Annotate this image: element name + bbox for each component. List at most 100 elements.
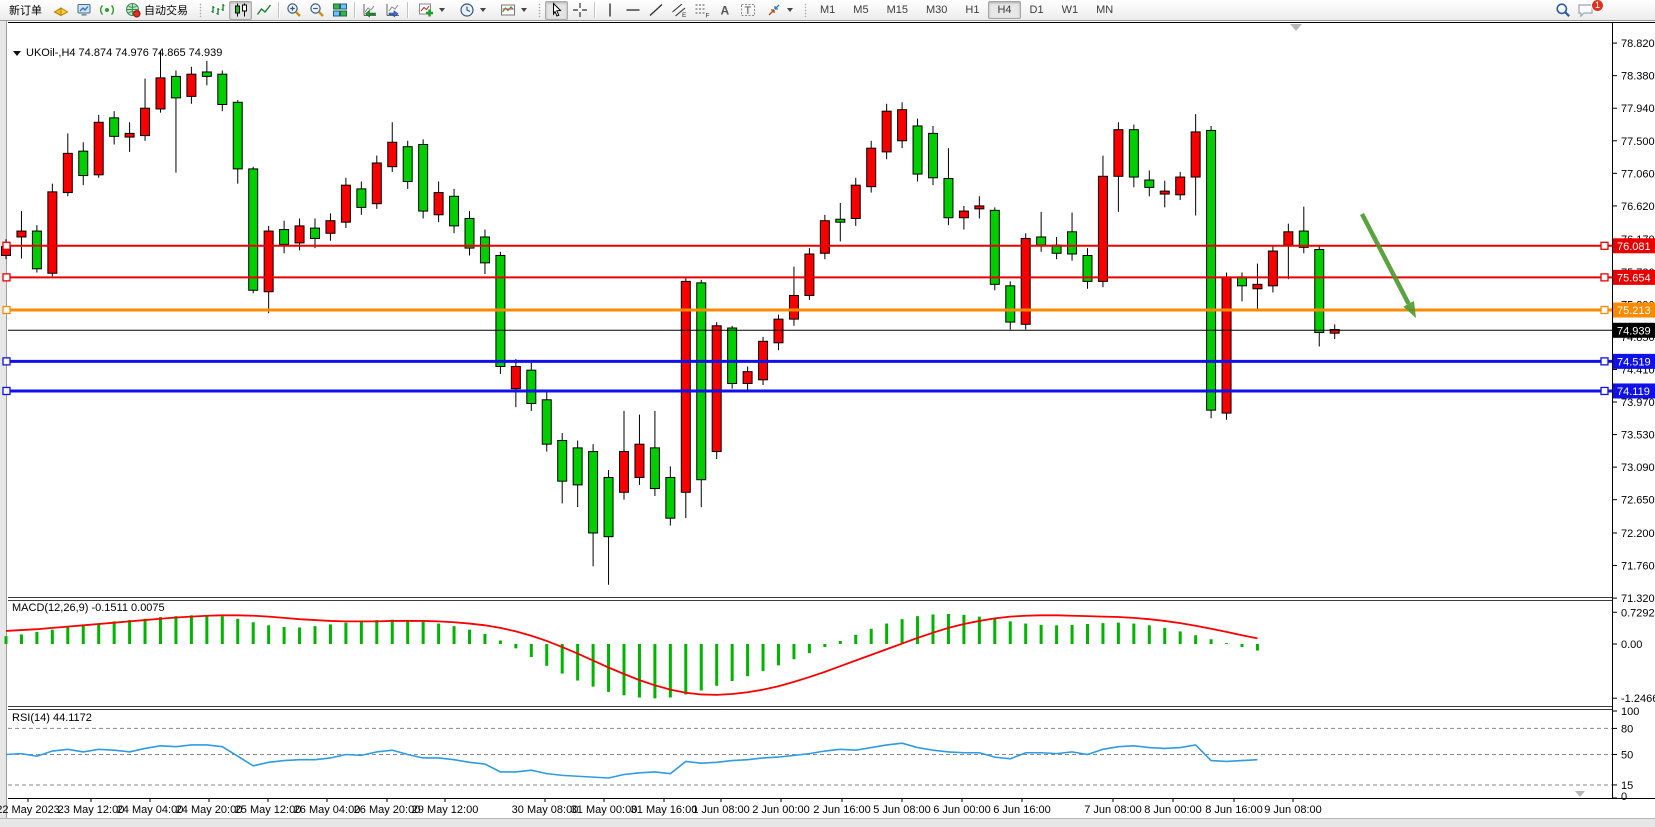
toolbar-grip — [804, 3, 807, 17]
svg-text:9 Jun 08:00: 9 Jun 08:00 — [1264, 804, 1322, 816]
auto-scroll-button[interactable] — [358, 1, 381, 20]
svg-text:31 May 00:00: 31 May 00:00 — [571, 804, 638, 816]
auto-scroll-icon — [362, 2, 378, 18]
svg-text:30 May 08:00: 30 May 08:00 — [512, 804, 579, 816]
fibonacci-button[interactable]: F — [690, 1, 713, 20]
svg-text:76.081: 76.081 — [1617, 241, 1651, 253]
timeframe-m30-button[interactable]: M30 — [917, 1, 956, 19]
timeframe-m1-button[interactable]: M1 — [811, 1, 844, 19]
horizontal-line-button[interactable] — [621, 1, 644, 20]
toolbar-grip — [538, 3, 541, 17]
svg-text:1 Jun 08:00: 1 Jun 08:00 — [692, 804, 750, 816]
line-chart-icon — [256, 2, 272, 18]
svg-text:73.090: 73.090 — [1621, 462, 1655, 474]
clock-icon — [459, 2, 475, 18]
cursor-button[interactable] — [545, 1, 568, 20]
svg-text:5 Jun 08:00: 5 Jun 08:00 — [873, 804, 931, 816]
chart-shift-button[interactable] — [381, 1, 404, 20]
svg-text:26 May 04:00: 26 May 04:00 — [294, 804, 361, 816]
profiles-icon — [53, 2, 69, 18]
svg-text:74.519: 74.519 — [1617, 356, 1651, 368]
timeframe-w1-button[interactable]: W1 — [1053, 1, 1088, 19]
timeframe-m15-button[interactable]: M15 — [878, 1, 917, 19]
timeframe-h4-button[interactable]: H4 — [988, 1, 1020, 19]
svg-text:29 May 12:00: 29 May 12:00 — [412, 804, 479, 816]
svg-text:7 Jun 08:00: 7 Jun 08:00 — [1084, 804, 1142, 816]
candlestick-chart-icon — [233, 2, 249, 18]
svg-text:0.00: 0.00 — [1621, 639, 1642, 651]
candlestick-chart-button[interactable] — [229, 1, 252, 20]
fibonacci-icon: F — [694, 2, 710, 18]
text-button[interactable]: A — [713, 1, 736, 20]
trendline-button[interactable] — [644, 1, 667, 20]
line-chart-button[interactable] — [252, 1, 275, 20]
toolbar-separator — [278, 2, 279, 18]
equidistant-channel-icon: E — [671, 2, 687, 18]
svg-text:6 Jun 00:00: 6 Jun 00:00 — [933, 804, 991, 816]
trendline-icon — [648, 2, 664, 18]
crosshair-icon — [572, 2, 588, 18]
zoom-in-button[interactable] — [282, 1, 305, 20]
cursor-arrow-icon — [549, 2, 565, 18]
bar-chart-icon — [210, 2, 226, 18]
zoom-in-icon — [286, 2, 302, 18]
tile-windows-button[interactable] — [328, 1, 351, 20]
indicators-button[interactable] — [411, 1, 452, 20]
auto-trading-button[interactable]: 自动交易 — [118, 1, 195, 20]
timeframe-mn-button[interactable]: MN — [1087, 1, 1122, 19]
chart-window[interactable]: 78.82078.38077.94077.50077.06076.62076.1… — [0, 21, 1655, 827]
horizontal-line-icon — [625, 2, 641, 18]
data-feed-button[interactable] — [95, 1, 118, 20]
svg-text:25 May 12:00: 25 May 12:00 — [235, 804, 302, 816]
price-chart[interactable]: 78.82078.38077.94077.50077.06076.62076.1… — [0, 21, 1655, 827]
svg-text:75.654: 75.654 — [1617, 272, 1651, 284]
svg-text:6 Jun 16:00: 6 Jun 16:00 — [993, 804, 1051, 816]
svg-text:78.820: 78.820 — [1621, 38, 1655, 50]
svg-text:77.940: 77.940 — [1621, 103, 1655, 115]
zoom-out-button[interactable] — [305, 1, 328, 20]
timeframe-m5-button[interactable]: M5 — [844, 1, 877, 19]
profiles-button[interactable] — [49, 1, 72, 20]
timeframe-h1-button[interactable]: H1 — [956, 1, 988, 19]
vertical-line-icon — [602, 2, 618, 18]
crosshair-button[interactable] — [568, 1, 591, 20]
svg-text:A: A — [720, 4, 729, 18]
timeframe-d1-button[interactable]: D1 — [1021, 1, 1053, 19]
channel-button[interactable]: E — [667, 1, 690, 20]
templates-button[interactable] — [493, 1, 534, 20]
toolbar-separator — [594, 2, 595, 18]
market-watch-button[interactable] — [72, 1, 95, 20]
periods-button[interactable] — [452, 1, 493, 20]
text-label-button[interactable]: T — [736, 1, 759, 20]
svg-text:T: T — [744, 5, 751, 17]
svg-text:0: 0 — [1621, 791, 1627, 803]
window-menu-icon[interactable] — [13, 51, 21, 56]
svg-text:77.500: 77.500 — [1621, 136, 1655, 148]
svg-text:80: 80 — [1621, 723, 1633, 735]
notifications-button[interactable]: 1 — [1574, 1, 1597, 20]
dropdown-caret-icon — [787, 8, 793, 12]
signal-icon — [99, 2, 115, 18]
svg-text:71.760: 71.760 — [1621, 561, 1655, 573]
svg-text:26 May 20:00: 26 May 20:00 — [354, 804, 421, 816]
zoom-out-icon — [309, 2, 325, 18]
arrows-button[interactable] — [759, 1, 800, 20]
svg-text:74.939: 74.939 — [1617, 325, 1651, 337]
bar-chart-button[interactable] — [206, 1, 229, 20]
svg-text:31 May 16:00: 31 May 16:00 — [631, 804, 698, 816]
text-icon: A — [717, 2, 733, 18]
vertical-line-button[interactable] — [598, 1, 621, 20]
svg-text:2 Jun 16:00: 2 Jun 16:00 — [813, 804, 871, 816]
dropdown-caret-icon — [480, 8, 486, 12]
auto-trading-label: 自动交易 — [144, 2, 188, 18]
indicators-icon — [418, 2, 434, 18]
toolbar-separator — [354, 2, 355, 18]
svg-text:50: 50 — [1621, 750, 1633, 762]
dropdown-caret-icon — [521, 8, 527, 12]
template-icon — [500, 2, 516, 18]
symbol-title: UKOil-,H4 74.874 74.976 74.865 74.939 — [13, 47, 222, 59]
search-button[interactable] — [1551, 1, 1574, 20]
new-order-button[interactable]: 新订单 — [2, 1, 49, 20]
macd-indicator-label: MACD(12,26,9) -0.1511 0.0075 — [12, 602, 165, 614]
svg-text:73.530: 73.530 — [1621, 430, 1655, 442]
